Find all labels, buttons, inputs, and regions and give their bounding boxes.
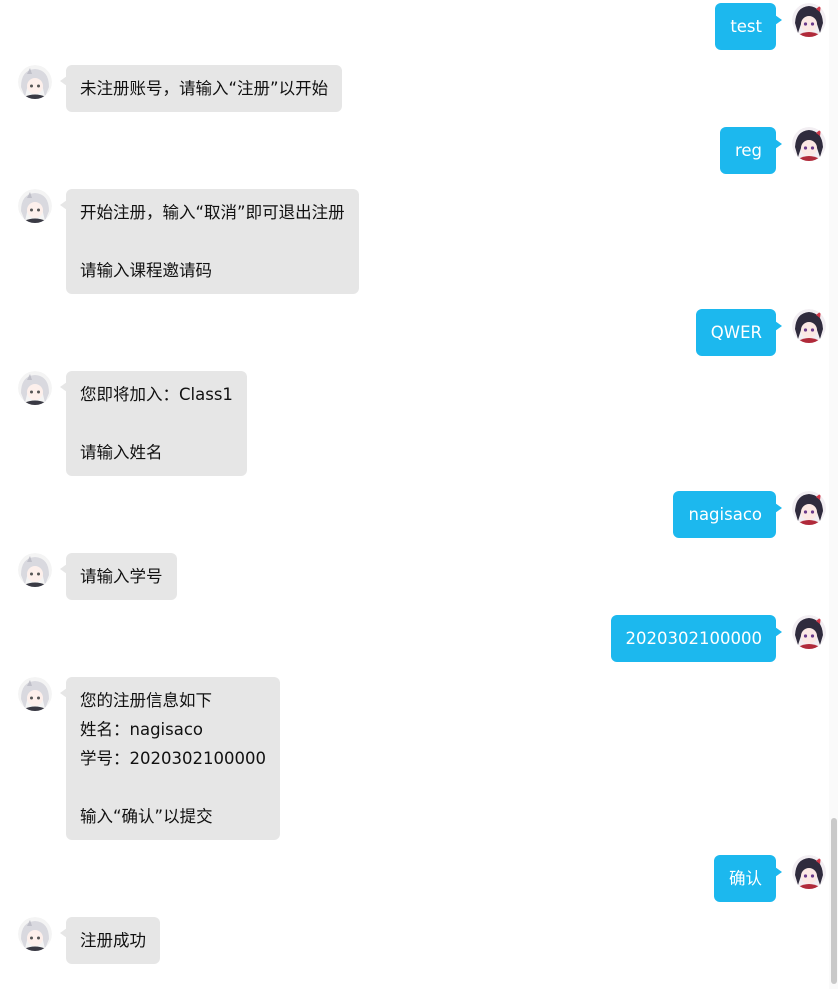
user-message-bubble: 确认 <box>714 855 782 902</box>
user-message-bubble: QWER <box>695 309 783 356</box>
bot-message-bubble: 注册成功 <box>60 917 160 964</box>
bot-avatar-icon[interactable] <box>18 553 52 587</box>
scrollbar-thumb[interactable] <box>831 818 837 984</box>
scrollbar-track[interactable] <box>829 0 838 989</box>
bot-message-bubble: 开始注册，输入“取消”即可退出注册 请输入课程邀请码 <box>60 189 359 294</box>
user-avatar-icon[interactable] <box>792 615 826 649</box>
chat-window: test 未注册账号，请输入“注册”以开始 reg 开始注册，输入“取消”即可退… <box>0 0 838 989</box>
bot-avatar-icon[interactable] <box>18 189 52 223</box>
user-message-bubble: test <box>715 3 782 50</box>
bot-message-bubble: 您的注册信息如下 姓名：nagisaco 学号：2020302100000 输入… <box>60 677 280 840</box>
user-message-bubble: reg <box>719 127 783 174</box>
bot-avatar-icon[interactable] <box>18 677 52 711</box>
bot-message-bubble: 未注册账号，请输入“注册”以开始 <box>59 65 343 112</box>
user-message-bubble: 2020302100000 <box>610 615 783 662</box>
user-message-bubble: nagisaco <box>673 491 782 538</box>
bot-message-bubble: 您即将加入：Class1 请输入姓名 <box>60 371 247 476</box>
bot-avatar-icon[interactable] <box>18 917 52 951</box>
user-avatar-icon[interactable] <box>792 855 826 889</box>
user-avatar-icon[interactable] <box>792 491 826 525</box>
bot-avatar-icon[interactable] <box>18 65 52 99</box>
user-avatar-icon[interactable] <box>792 309 826 343</box>
user-avatar-icon[interactable] <box>792 3 826 37</box>
bot-avatar-icon[interactable] <box>18 371 52 405</box>
bot-message-bubble: 请输入学号 <box>60 553 177 600</box>
user-avatar-icon[interactable] <box>792 127 826 161</box>
